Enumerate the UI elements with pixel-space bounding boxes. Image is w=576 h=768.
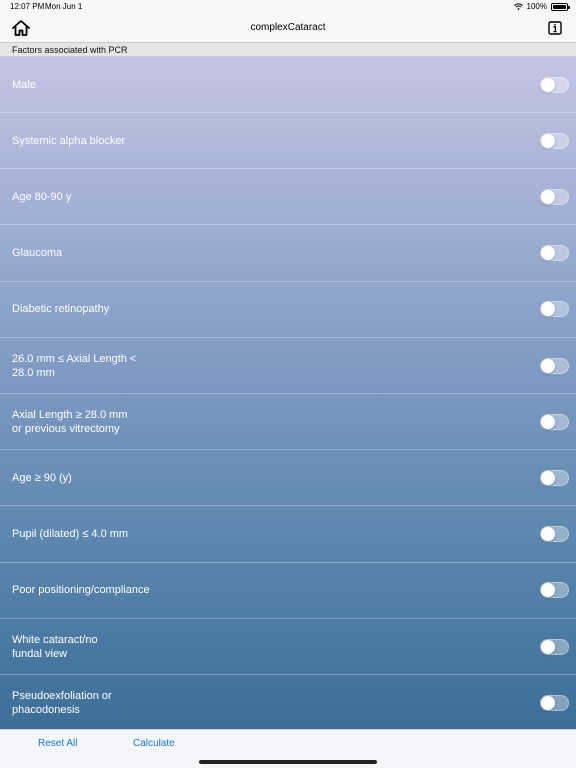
factor-toggle[interactable] bbox=[540, 188, 569, 205]
factor-toggle[interactable] bbox=[540, 469, 569, 486]
factor-toggle[interactable] bbox=[540, 245, 569, 262]
reset-all-button[interactable]: Reset All bbox=[38, 738, 77, 749]
navigation-bar: complexCataract bbox=[0, 14, 576, 43]
status-right: 100% bbox=[513, 2, 570, 11]
factor-label: Pseudoexfoliation or phacodonesis bbox=[12, 689, 112, 716]
toggle-knob bbox=[541, 77, 555, 92]
factor-toggle[interactable] bbox=[540, 76, 569, 93]
battery-icon bbox=[551, 2, 570, 11]
toggle-knob bbox=[541, 583, 555, 598]
toggle-knob bbox=[541, 470, 555, 485]
factor-list: Male Systemic alpha blocker Age 80-90 y Gla… bbox=[0, 57, 576, 729]
factor-label: Age ≥ 90 (y) bbox=[12, 471, 72, 484]
factor-row: Age 80-90 y bbox=[0, 169, 576, 226]
factor-toggle[interactable] bbox=[540, 413, 569, 430]
toggle-knob bbox=[541, 358, 555, 373]
factor-label: Systemic alpha blocker bbox=[12, 134, 126, 147]
toggle-knob bbox=[541, 246, 555, 261]
factor-label: Male bbox=[12, 78, 36, 91]
status-time: 12:07 PM bbox=[10, 2, 45, 11]
factor-toggle[interactable] bbox=[540, 526, 569, 543]
wifi-icon bbox=[513, 3, 523, 10]
factor-row: Pupil (dilated) ≤ 4.0 mm bbox=[0, 507, 576, 563]
factor-row: Poor positioning/compliance bbox=[0, 563, 576, 619]
battery-percent: 100% bbox=[526, 2, 547, 11]
factor-toggle[interactable] bbox=[540, 132, 569, 149]
factor-label: Poor positioning/compliance bbox=[12, 584, 150, 597]
factor-row: Male bbox=[0, 57, 576, 113]
toggle-knob bbox=[541, 527, 555, 542]
status-bar: 12:07 PM Mon Jun 1 100% bbox=[0, 0, 576, 14]
factor-label: White cataract/no fundal view bbox=[12, 633, 98, 660]
home-indicator bbox=[199, 760, 377, 764]
factor-row: Systemic alpha blocker bbox=[0, 113, 576, 170]
factor-row: 26.0 mm ≤ Axial Length < 28.0 mm bbox=[0, 338, 576, 394]
calculate-button[interactable]: Calculate bbox=[133, 738, 175, 749]
factor-label: Diabetic retinopathy bbox=[12, 303, 110, 316]
toggle-knob bbox=[541, 695, 555, 710]
toggle-knob bbox=[541, 302, 555, 317]
info-icon[interactable] bbox=[548, 21, 562, 35]
toggle-knob bbox=[541, 639, 555, 654]
status-date: Mon Jun 1 bbox=[45, 2, 83, 11]
toggle-knob bbox=[541, 414, 555, 429]
factor-row: White cataract/no fundal view bbox=[0, 619, 576, 675]
factor-toggle[interactable] bbox=[540, 357, 569, 374]
factor-row: Age ≥ 90 (y) bbox=[0, 450, 576, 507]
factor-row: Axial Length ≥ 28.0 mm or previous vitre… bbox=[0, 394, 576, 451]
factor-label: 26.0 mm ≤ Axial Length < 28.0 mm bbox=[12, 352, 137, 379]
page-title: complexCataract bbox=[250, 22, 326, 33]
factor-label: Age 80-90 y bbox=[12, 190, 72, 203]
factor-row: Diabetic retinopathy bbox=[0, 282, 576, 338]
factor-toggle[interactable] bbox=[540, 301, 569, 318]
factor-row: Glaucoma bbox=[0, 226, 576, 282]
factor-row: Pseudoexfoliation or phacodonesis bbox=[0, 675, 576, 729]
factor-label: Glaucoma bbox=[12, 247, 63, 260]
factor-label: Pupil (dilated) ≤ 4.0 mm bbox=[12, 528, 129, 541]
section-header: Factors associated with PCR bbox=[0, 43, 576, 57]
factor-label: Axial Length ≥ 28.0 mm or previous vitre… bbox=[12, 408, 128, 435]
toggle-knob bbox=[541, 189, 555, 204]
toggle-knob bbox=[541, 133, 555, 148]
factor-toggle[interactable] bbox=[540, 694, 569, 711]
factor-toggle[interactable] bbox=[540, 582, 569, 599]
factor-toggle[interactable] bbox=[540, 638, 569, 655]
